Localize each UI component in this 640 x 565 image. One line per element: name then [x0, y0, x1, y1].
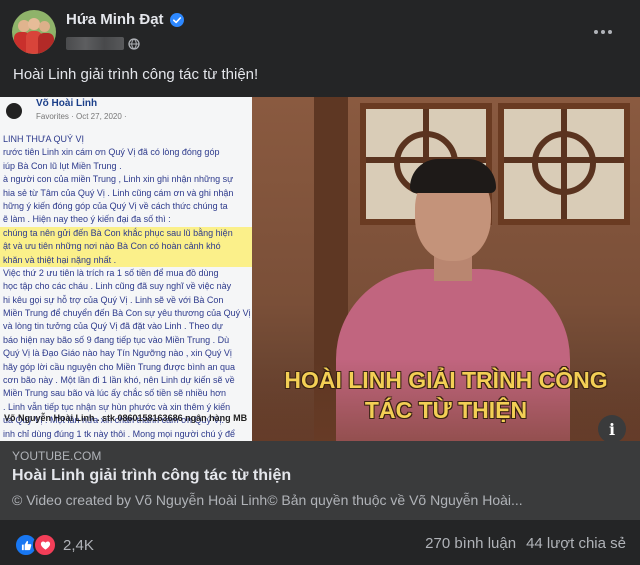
- post-text: Hoài Linh giải trình công tác từ thiện!: [13, 66, 259, 83]
- document-line: Miền Trung để chuyển đến Bà Con sự yêu t…: [3, 308, 251, 319]
- video-thumbnail[interactable]: Võ Hoài Linh Favorites · Oct 27, 2020 · …: [0, 97, 640, 441]
- caption-line-2: TÁC TỪ THIỆN: [364, 397, 528, 423]
- globe-icon: [128, 37, 140, 50]
- document-line: và lòng tin tưởng của Quý Vị đã đặt vào …: [3, 321, 223, 332]
- blurred-timestamp[interactable]: [66, 37, 124, 50]
- document-line: chúng ta nên gửi đến Bà Con khắc phục sa…: [0, 226, 252, 241]
- document-line: học tập cho các cháu . Linh cũng đã suy …: [3, 281, 232, 292]
- love-reaction-icon: [33, 533, 57, 557]
- author-name[interactable]: Hứa Minh Đạt: [66, 11, 164, 28]
- video-caption: HOÀI LINH GIẢI TRÌNH CÔNG TÁC TỪ THIỆN: [252, 365, 640, 425]
- info-icon[interactable]: i: [598, 415, 626, 441]
- document-line: báo hiện nay bão số 9 đang tiếp tục vào …: [3, 334, 230, 345]
- verified-badge-icon: [169, 12, 184, 27]
- dot: [601, 30, 605, 34]
- reaction-count: 2,4K: [63, 536, 94, 554]
- video-scene: HOÀI LINH GIẢI TRÌNH CÔNG TÁC TỪ THIỆN i: [252, 97, 640, 441]
- comment-count[interactable]: 270 bình luận: [425, 535, 516, 552]
- avatar-figure: [38, 33, 54, 54]
- more-options-icon[interactable]: [590, 20, 616, 44]
- document-line: Việc thứ 2 ưu tiên là trích ra 1 số tiền…: [3, 267, 219, 278]
- link-preview[interactable]: YOUTUBE.COM Hoài Linh giải trình công tá…: [0, 441, 640, 520]
- avatar-face: [28, 18, 40, 30]
- link-title[interactable]: Hoài Linh giải trình công tác từ thiện: [12, 467, 291, 485]
- author-avatar[interactable]: [12, 10, 56, 54]
- document-line: hãy góp lời cầu nguyện cho Miền Trung đư…: [3, 361, 235, 372]
- document-line: ẽ làm . Hiện nay theo ý kiến đại đa số t…: [3, 214, 171, 225]
- document-line: à người con của miền Trung , Linh xin gh…: [3, 174, 234, 185]
- document-line: rước tiên Linh xin cám ơn Quý Vị đã có l…: [3, 147, 220, 158]
- document-author-avatar: [6, 103, 22, 119]
- author-name-row: Hứa Minh Đạt: [66, 11, 184, 28]
- document-line: cơn bão này . Một lần đi 1 lần khó, nên …: [3, 375, 235, 386]
- document-screenshot: Võ Hoài Linh Favorites · Oct 27, 2020 · …: [0, 97, 252, 441]
- reactions-summary[interactable]: 2,4K: [14, 533, 94, 557]
- document-line: LINH THƯA QUÝ VỊ: [3, 134, 85, 144]
- document-line: iúp Bà Con lũ lụt Miền Trung .: [3, 160, 122, 171]
- engagement-counts: 270 bình luận 44 lượt chia sẻ: [425, 535, 626, 552]
- speaker-hair: [410, 159, 496, 193]
- decorative-window: [498, 103, 630, 225]
- link-domain: YOUTUBE.COM: [12, 449, 102, 463]
- document-line: hia sẻ từ Tâm của Quý Vị . Linh cũng cám…: [3, 187, 234, 198]
- document-line: inh chỉ dùng đúng 1 tk này thôi . Mong m…: [3, 428, 236, 439]
- document-line: khăn và thiệt hại nặng nhất .: [0, 253, 252, 267]
- document-body: LINH THƯA QUÝ VỊ rước tiên Linh xin cám ơ…: [0, 133, 252, 441]
- caption-line-1: HOÀI LINH GIẢI TRÌNH CÔNG: [284, 367, 608, 393]
- document-header: Võ Hoài Linh Favorites · Oct 27, 2020 ·: [0, 97, 252, 129]
- document-date: Favorites · Oct 27, 2020 ·: [36, 112, 127, 121]
- document-line: hững ý kiến đóng góp của Quý Vị về cách …: [3, 200, 228, 211]
- document-signature: Võ Nguyễn Hoài Linh . stk 0860158163686 …: [4, 413, 248, 423]
- document-line: Miền Trung sau bão và lúc ấy chắc số tiề…: [3, 388, 227, 399]
- dot: [594, 30, 598, 34]
- link-description: © Video created by Võ Nguyễn Hoài Linh© …: [12, 492, 523, 508]
- dot: [608, 30, 612, 34]
- share-count[interactable]: 44 lượt chia sẻ: [526, 535, 626, 552]
- document-line: Quý Vị là Đạo Giáo nào hay Tín Ngưỡng nà…: [3, 348, 232, 359]
- document-line: hi kêu gọi sự hỗ trợ của Quý Vị . Linh s…: [3, 294, 224, 305]
- post-header: Hứa Minh Đạt: [0, 0, 640, 62]
- post-stats: 2,4K 270 bình luận 44 lượt chia sẻ: [0, 523, 640, 563]
- document-author: Võ Hoài Linh: [36, 98, 98, 109]
- post-meta: [66, 37, 140, 50]
- document-line: ật và ưu tiên những nơi nào Bà Con có ho…: [0, 240, 252, 254]
- avatar-face: [39, 21, 50, 32]
